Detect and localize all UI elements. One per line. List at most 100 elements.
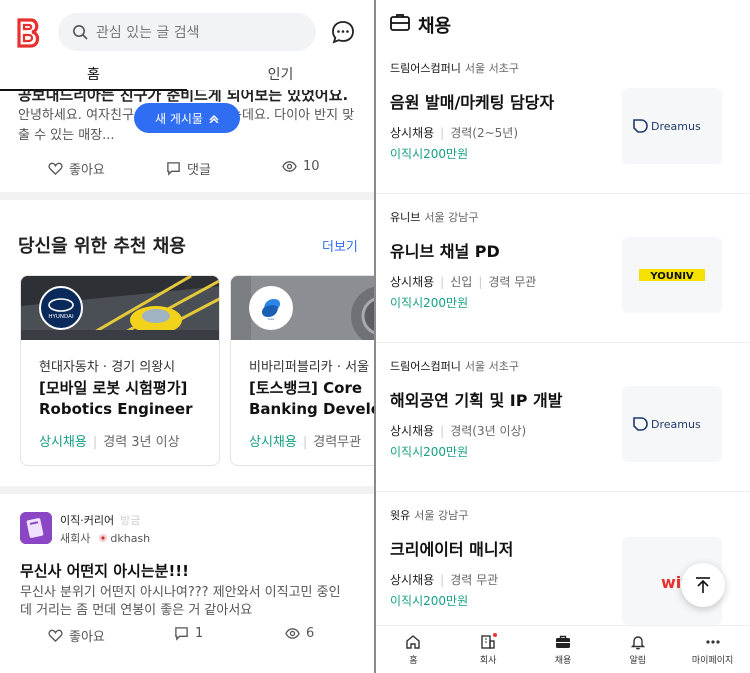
card-title-line1: [모바일 로봇 시험평가] — [39, 379, 188, 397]
job-card[interactable]: toss 비바리퍼블리카 · 서울 [토스뱅크] Core Banking De… — [230, 275, 374, 466]
card-image: HYUNDAI — [21, 276, 219, 340]
view-count-value: 6 — [306, 626, 315, 641]
comment-button[interactable]: 1 — [174, 626, 203, 641]
briefcase-icon — [390, 14, 410, 31]
nav-label: 알림 — [629, 655, 647, 666]
dreamus-logo-text: Dreamus — [651, 418, 701, 431]
view-count: 6 — [285, 626, 314, 641]
listing-company: 드림어스컴퍼니 서울 서초구 — [390, 60, 519, 76]
section-divider — [0, 192, 374, 200]
hiring-type: 상시채용 — [249, 435, 297, 450]
jobs-header: 채용 — [376, 0, 750, 46]
referral-bonus: 이직시200만원 — [390, 445, 469, 459]
card-title-line1: [토스뱅크] Core — [249, 379, 363, 397]
listing-company: 드림어스컴퍼니 서울 서초구 — [390, 358, 519, 374]
like-label: 좋아요 — [69, 163, 105, 178]
arrow-up-icon — [696, 577, 710, 593]
career-requirement: 경력무관 — [313, 435, 362, 450]
hiring-type: 상시채용 — [390, 424, 435, 438]
company-name: 드림어스컴퍼니 — [390, 360, 461, 373]
listing-meta: 상시채용 | 경력(3년 이상) — [390, 424, 527, 438]
post-title[interactable]: 무신사 어떤지 아시는분!!! — [20, 560, 189, 581]
post-body[interactable]: 무신사 분위기 어떤지 아시나여??? 제안와서 이직고민 중인데 거리는 좀 … — [20, 584, 350, 620]
nav-mypage[interactable]: 마이페이지 — [675, 626, 750, 673]
nav-company[interactable]: 회사 — [451, 626, 526, 673]
author-username: dkhash — [110, 531, 151, 545]
nav-jobs[interactable]: 채용 — [526, 626, 601, 673]
company-location: 서울 서초구 — [464, 360, 519, 373]
youniv-logo-text: YOUNIV — [649, 271, 694, 282]
post-author-info: 새회사 dkhash — [60, 530, 150, 546]
company-logo: HYUNDAI — [39, 286, 83, 330]
channel-name[interactable]: 이직·커리어 — [60, 514, 114, 527]
bottom-navigation: 홈 회사 채용 알림 마이페이지 — [376, 625, 750, 673]
card-company: 현대자동차 · 경기 의왕시 — [39, 360, 176, 375]
listing-title: 음원 발매/마케팅 담당자 — [390, 93, 555, 112]
new-post-label: 새 게시물 — [155, 111, 203, 126]
notification-dot — [492, 633, 497, 637]
channel-avatar[interactable] — [20, 512, 52, 544]
listing-title: 유니브 채널 PD — [390, 242, 500, 261]
nav-label: 홈 — [409, 655, 418, 666]
hyundai-logo-icon: HYUNDAI — [48, 298, 74, 320]
recommend-section-title: 당신을 위한 추천 채용 — [18, 236, 186, 257]
job-listing[interactable]: 유니브 서울 강남구 유니브 채널 PD 상시채용 | 신입 | 경력 무관 이직시200… — [376, 195, 750, 343]
post-actions: 좋아요 댓글 10 — [0, 159, 374, 179]
listing-meta: 상시채용 | 경력(2~5년) — [390, 126, 519, 140]
youniv-logo-icon: YOUNIV — [639, 269, 705, 282]
bell-icon — [630, 635, 645, 649]
section-divider — [0, 486, 374, 494]
nav-label: 마이페이지 — [691, 655, 734, 666]
card-title-line2: Robotics Engineer — [39, 400, 193, 418]
hiring-type: 상시채용 — [390, 573, 435, 587]
new-post-button[interactable]: 새 게시물 — [134, 103, 240, 133]
like-button[interactable]: 좋아요 — [48, 626, 105, 645]
career-requirement: 경력 3년 이상 — [103, 435, 180, 450]
feed-tabs: 홈 인기 — [0, 64, 374, 91]
heart-icon — [48, 162, 63, 176]
job-listing[interactable]: 드림어스컴퍼니 서울 서초구 해외공연 기획 및 IP 개발 상시채용 | 경력(3년… — [376, 344, 750, 492]
nav-home[interactable]: 홈 — [376, 626, 451, 673]
recommend-more-link[interactable]: 더보기 — [322, 236, 358, 255]
career-requirement: 경력(3년 이상) — [450, 424, 527, 438]
top-bar: 관심 있는 글 검색 — [0, 0, 374, 64]
chat-icon[interactable] — [331, 20, 355, 44]
company-name: 드림어스컴퍼니 — [390, 62, 461, 75]
company-location: 서울 강남구 — [424, 211, 479, 224]
job-card[interactable]: HYUNDAI 현대자동차 · 경기 의왕시 [모바일 로봇 시험평가] Rob… — [20, 275, 220, 466]
nav-label: 채용 — [554, 655, 572, 666]
card-meta: 상시채용 | 경력무관 — [249, 435, 362, 450]
search-input[interactable]: 관심 있는 글 검색 — [58, 13, 316, 51]
blind-logo-icon[interactable] — [16, 18, 42, 48]
view-count-value: 10 — [303, 159, 320, 174]
listing-meta: 상시채용 | 신입 | 경력 무관 — [390, 275, 537, 289]
tab-home[interactable]: 홈 — [0, 64, 187, 91]
company-logo: Dreamus — [622, 88, 722, 164]
company-logo: YOUNIV — [622, 237, 722, 313]
company-logo: toss — [249, 286, 293, 330]
company-logo: Dreamus — [622, 386, 722, 462]
card-title: [토스뱅크] Core Banking Develop — [249, 378, 374, 420]
listing-meta: 상시채용 | 경력 무관 — [390, 573, 499, 587]
job-listing[interactable]: 드림어스컴퍼니 서울 서초구 음원 발매/마케팅 담당자 상시채용 | 경력(2~5년… — [376, 46, 750, 194]
referral-bonus: 이직시200만원 — [390, 147, 469, 161]
search-icon — [73, 25, 88, 40]
author-nickname: dkhash — [98, 532, 150, 545]
company-name: 윗유 — [390, 509, 411, 522]
page-title: 채용 — [418, 16, 452, 37]
listing-company: 윗유 서울 강남구 — [390, 507, 468, 523]
scroll-to-top-button[interactable] — [681, 563, 725, 607]
badge-icon — [99, 534, 108, 542]
comment-button[interactable]: 댓글 — [166, 159, 211, 178]
home-icon — [406, 634, 421, 649]
briefcase-icon — [555, 635, 570, 648]
tab-popular[interactable]: 인기 — [187, 64, 374, 90]
card-image: toss — [231, 276, 374, 340]
like-button[interactable]: 좋아요 — [48, 159, 105, 178]
nav-alerts[interactable]: 알림 — [600, 626, 675, 673]
post-channel: 이직·커리어 방금 — [60, 512, 140, 528]
author-company: 새회사 — [60, 532, 91, 545]
listing-title: 해외공연 기획 및 IP 개발 — [390, 391, 563, 410]
toss-logo-icon: toss — [262, 299, 280, 321]
dreamus-logo-text: Dreamus — [651, 120, 701, 133]
